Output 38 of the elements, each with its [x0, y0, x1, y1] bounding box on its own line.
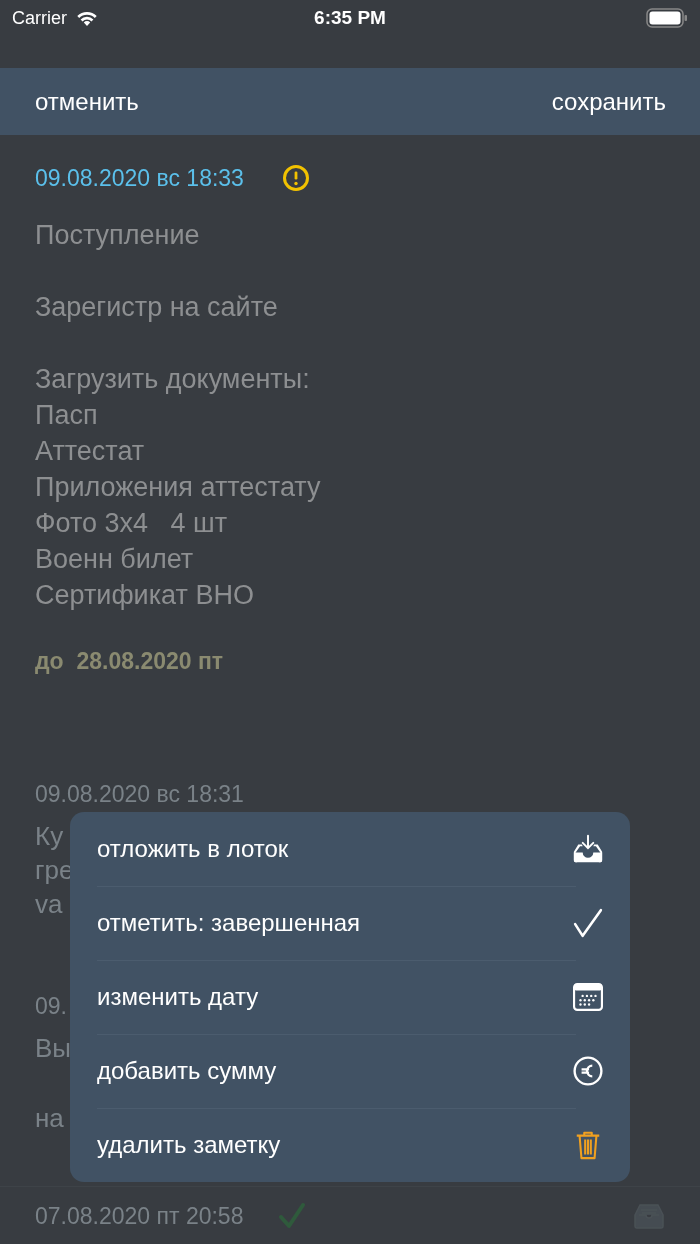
note-line: Аттестат: [35, 435, 146, 468]
menu-item-label: отметить: завершенная: [97, 909, 361, 937]
note-line: Ку: [35, 820, 64, 853]
menu-item-label: добавить сумму: [97, 1057, 277, 1085]
wifi-icon: [75, 9, 99, 27]
clock-time: 6:35 PM: [314, 6, 386, 30]
menu-item[interactable]: удалить заметку: [97, 1108, 603, 1182]
note-line: Вы: [35, 1032, 72, 1065]
menu-item-label: удалить заметку: [97, 1131, 281, 1159]
due-date: до 28.08.2020 пт: [35, 647, 225, 676]
euro-icon: [573, 1056, 603, 1086]
note-line: Сертификат ВНО: [35, 579, 255, 612]
note-date: 09.: [35, 992, 67, 1021]
note-line: Поступление: [35, 219, 201, 252]
note-line: va: [35, 888, 63, 921]
note-date: 09.08.2020 вс 18:33: [35, 164, 244, 192]
carrier-label: Carrier: [12, 7, 67, 29]
menu-item[interactable]: отложить в лоток: [97, 812, 603, 886]
menu-item[interactable]: добавить сумму: [97, 1034, 603, 1108]
menu-item[interactable]: изменить дату: [97, 960, 603, 1034]
menu-item-label: изменить дату: [97, 983, 259, 1011]
note-line: Приложения аттестату: [35, 471, 322, 504]
note-date: 07.08.2020 пт 20:58: [35, 1201, 244, 1231]
note-line: на: [35, 1102, 64, 1135]
battery-icon: [646, 8, 688, 28]
calendar-icon: [573, 982, 603, 1012]
note-date: 09.08.2020 вс 18:31: [35, 780, 244, 809]
cancel-button[interactable]: отменить: [35, 87, 139, 116]
checkmark-icon: [573, 908, 603, 938]
menu-item[interactable]: отметить: завершенная: [97, 886, 603, 960]
save-button[interactable]: сохранить: [551, 87, 666, 116]
note-line: Фото 3x4 4 шт: [35, 507, 229, 540]
menu-item-label: отложить в лоток: [97, 835, 289, 863]
note-line: Военн билет: [35, 543, 195, 576]
note-line: Загрузить документы:: [35, 363, 311, 396]
note-line: Зарегистр на сайте: [35, 291, 279, 324]
note-line: Пасп: [35, 399, 99, 432]
tray-download-icon: [573, 834, 603, 864]
